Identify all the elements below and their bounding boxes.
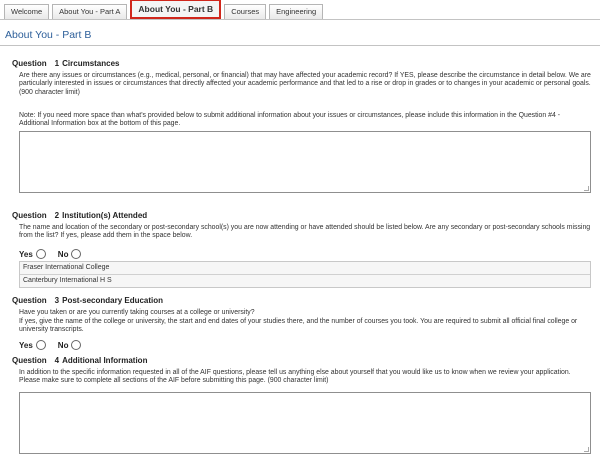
yes-radio[interactable] [35,249,46,259]
no-radio[interactable] [71,249,82,259]
question-title: Circumstances [62,59,120,68]
question-3-yes-no: Yes No [19,340,93,350]
question-4-heading: Question 4 Additional Information [12,356,147,365]
question-2-text: The name and location of the secondary o… [19,224,591,240]
tab-engineering[interactable]: Engineering [269,4,324,19]
question-number: 4 [54,356,60,365]
school-row: Fraser International College [20,262,590,275]
title-divider [0,45,600,46]
question-2-heading: Question 2 Institution(s) Attended [12,211,147,220]
question-1-note: Note: If you need more space than what's… [19,112,560,128]
yes-radio[interactable] [35,340,46,350]
question-number: 3 [54,296,60,305]
additional-information-textarea[interactable] [19,392,591,454]
question-label: Question [12,296,47,305]
question-2-yes-no: Yes No [19,249,93,259]
question-label: Question [12,59,47,68]
question-number: 2 [54,211,60,220]
question-label: Question [12,211,47,220]
circumstances-textarea[interactable] [19,131,591,193]
schools-table: Fraser International College Canterbury … [19,261,591,288]
question-number: 1 [54,59,60,68]
question-label: Question [12,356,47,365]
question-title: Institution(s) Attended [62,211,148,220]
tab-bar: Welcome About You - Part A About You - P… [4,0,326,19]
tab-about-you-part-a[interactable]: About You - Part A [52,4,128,19]
no-radio[interactable] [71,340,82,350]
question-3-heading: Question 3 Post-secondary Education [12,296,163,305]
question-1-heading: Question 1 Circumstances [12,59,119,68]
question-title: Additional Information [62,356,148,365]
question-3-details: If yes, give the name of the college or … [19,318,578,334]
no-label: No [57,340,69,350]
tab-courses[interactable]: Courses [224,4,267,19]
school-row: Canterbury International H S [20,275,590,287]
question-4-text: In addition to the specific information … [19,369,571,385]
tab-divider [0,19,600,20]
question-3-text: Have you taken or are you currently taki… [19,309,255,316]
question-title: Post-secondary Education [62,296,164,305]
no-label: No [57,249,69,259]
page-title: About You - Part B [5,29,92,41]
tab-about-you-part-b[interactable]: About You - Part B [130,0,222,19]
question-1-text: Are there any issues or circumstances (e… [19,72,591,96]
tab-welcome[interactable]: Welcome [4,4,50,19]
yes-label: Yes [19,249,33,259]
yes-label: Yes [19,340,33,350]
